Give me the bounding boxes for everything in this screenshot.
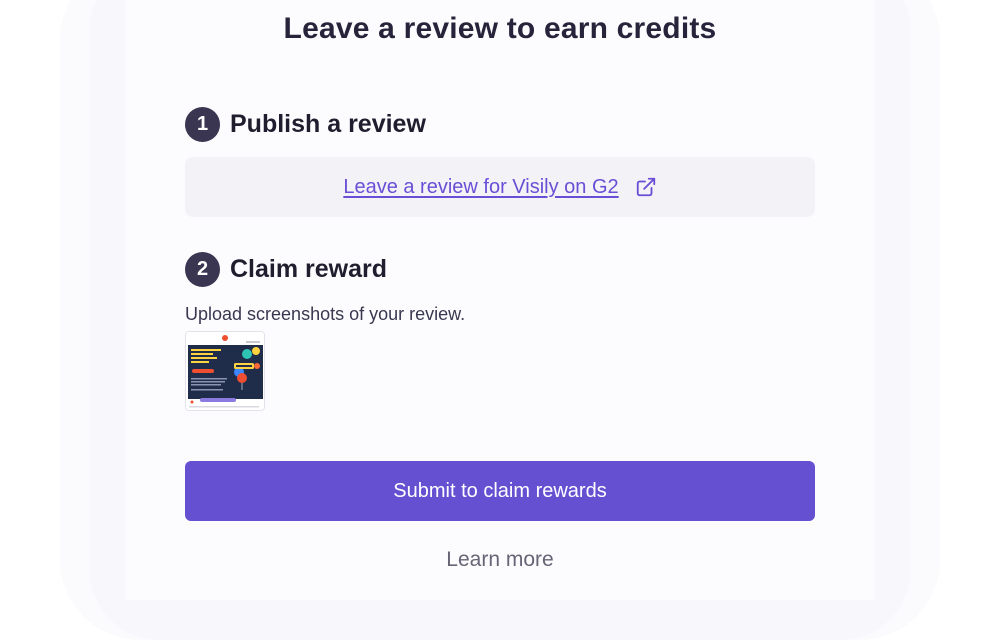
review-reward-card: Leave a review to earn credits 1 Publish… [125, 0, 875, 600]
external-link-icon[interactable] [635, 176, 657, 198]
page-title: Leave a review to earn credits [283, 12, 717, 45]
step-number-badge: 2 [185, 252, 220, 287]
learn-more-link[interactable]: Learn more [125, 548, 875, 572]
step-publish-review: 1 Publish a review [185, 107, 426, 142]
review-link-box: Leave a review for Visily on G2 [185, 157, 815, 217]
submit-claim-button[interactable]: Submit to claim rewards [185, 461, 815, 521]
uploaded-screenshot-thumbnail[interactable] [185, 331, 265, 411]
step-number-badge: 1 [185, 107, 220, 142]
step-title: Publish a review [230, 110, 426, 138]
step-title: Claim reward [230, 255, 388, 283]
step-claim-reward: 2 Claim reward [185, 252, 387, 287]
upload-instruction: Upload screenshots of your review. [185, 304, 466, 324]
leave-review-link[interactable]: Leave a review for Visily on G2 [343, 176, 618, 199]
screenshot-preview-image [186, 332, 264, 410]
